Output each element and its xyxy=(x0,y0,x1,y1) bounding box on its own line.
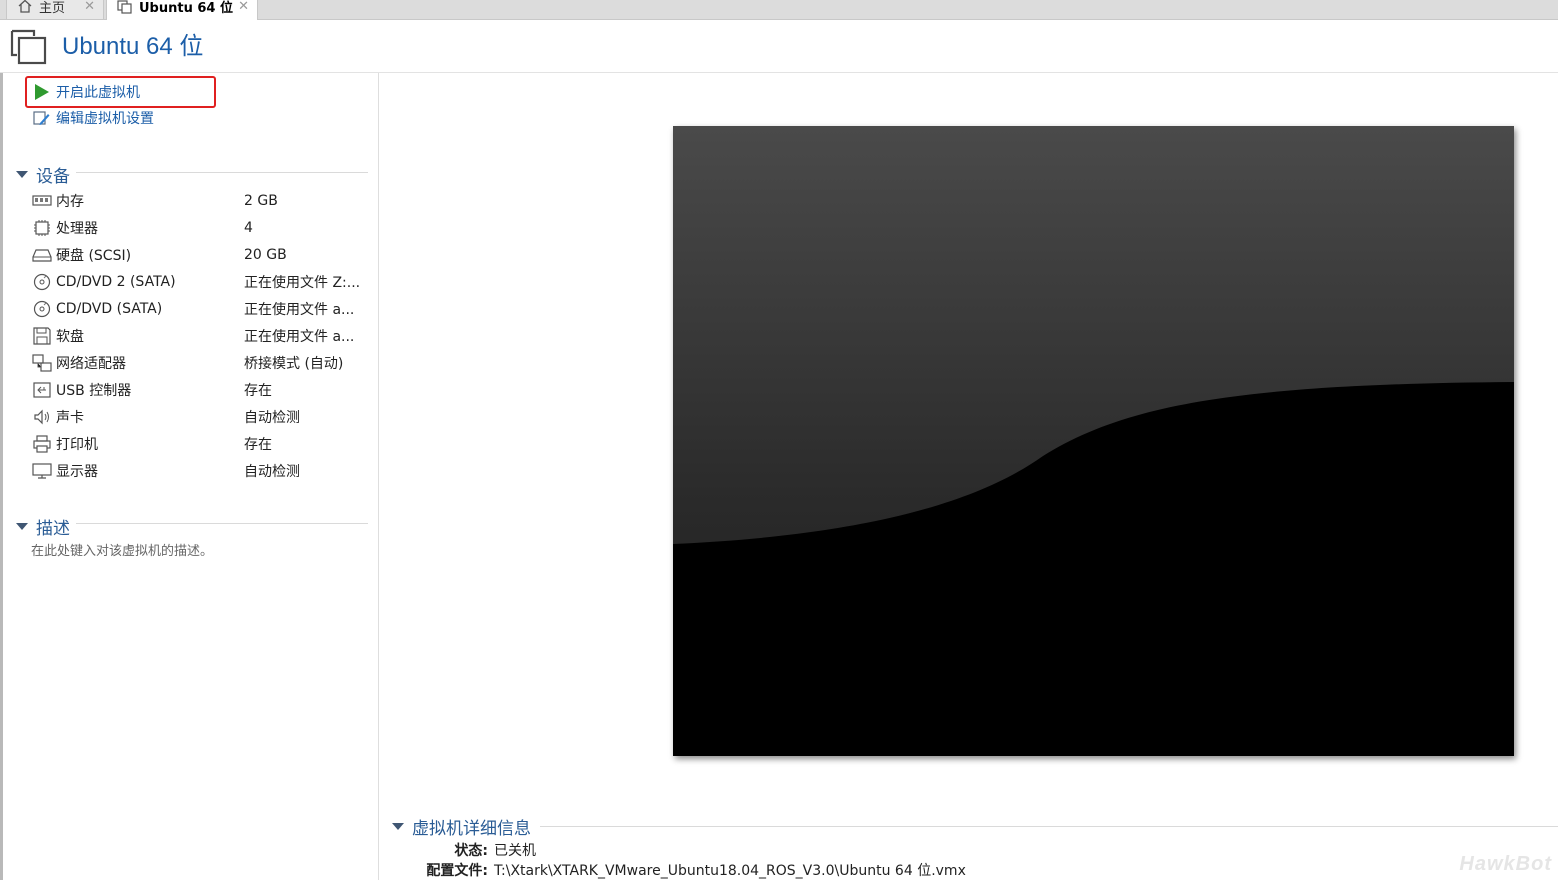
home-icon xyxy=(18,0,32,13)
device-row-hard-disk[interactable]: 硬盘 (SCSI) 20 GB xyxy=(32,241,368,268)
tab-bar: 主页 ✕ Ubuntu 64 位 ✕ xyxy=(0,0,1558,20)
devices-section-toggle[interactable]: 设备 xyxy=(16,162,70,187)
device-name: 显示器 xyxy=(56,463,98,480)
details-section-toggle[interactable]: 虚拟机详细信息 xyxy=(392,814,531,839)
panel-edge xyxy=(0,73,3,880)
close-icon[interactable]: ✕ xyxy=(238,0,249,14)
floppy-icon xyxy=(33,326,51,345)
device-name: USB 控制器 xyxy=(56,382,132,399)
device-value: 自动检测 xyxy=(244,463,300,480)
sound-card-icon xyxy=(34,409,49,424)
device-row-cd-dvd[interactable]: CD/DVD (SATA) 正在使用文件 a... xyxy=(32,295,368,322)
collapse-arrow-icon xyxy=(16,171,28,178)
device-value: 正在使用文件 Z:... xyxy=(244,274,361,291)
description-section-toggle[interactable]: 描述 xyxy=(16,514,70,539)
device-name: 内存 xyxy=(56,193,84,210)
device-row-network[interactable]: 网络适配器 桥接模式 (自动) xyxy=(32,349,368,376)
device-name: 软盘 xyxy=(56,328,84,345)
device-row-floppy[interactable]: 软盘 正在使用文件 a... xyxy=(32,322,368,349)
memory-icon xyxy=(32,194,52,206)
power-on-label: 开启此虚拟机 xyxy=(56,85,140,101)
display-icon xyxy=(32,462,52,479)
tab-home-label: 主页 xyxy=(39,0,66,16)
virtual-machine-icon xyxy=(10,29,47,65)
vm-preview-image xyxy=(673,126,1514,756)
device-value: 20 GB xyxy=(244,246,287,263)
close-icon[interactable]: ✕ xyxy=(84,0,95,14)
vm-tab-icon xyxy=(117,0,132,14)
vm-header: Ubuntu 64 位 xyxy=(0,21,1558,73)
tab-home[interactable]: 主页 ✕ xyxy=(6,0,104,20)
device-value: 2 GB xyxy=(244,192,278,209)
details-divider xyxy=(540,826,1558,827)
devices-divider xyxy=(76,172,368,173)
device-value: 正在使用文件 a... xyxy=(244,328,355,345)
device-row-sound[interactable]: 声卡 自动检测 xyxy=(32,403,368,430)
printer-icon xyxy=(33,434,51,453)
device-row-printer[interactable]: 打印机 存在 xyxy=(32,430,368,457)
device-row-processor[interactable]: 处理器 4 xyxy=(32,214,368,241)
device-name: 硬盘 (SCSI) xyxy=(56,247,132,264)
device-value: 桥接模式 (自动) xyxy=(244,355,344,372)
description-field[interactable]: 在此处键入对该虚拟机的描述。 xyxy=(31,540,213,559)
power-on-button[interactable]: 开启此虚拟机 xyxy=(32,81,140,103)
hard-disk-icon xyxy=(32,248,52,262)
device-name: CD/DVD (SATA) xyxy=(56,300,163,317)
device-name: CD/DVD 2 (SATA) xyxy=(56,273,176,290)
status-label: 状态: xyxy=(454,843,488,859)
config-label: 配置文件: xyxy=(426,863,488,879)
vm-preview-thumbnail[interactable] xyxy=(673,126,1514,756)
edit-settings-label: 编辑虚拟机设置 xyxy=(56,111,154,127)
cd-dvd-icon xyxy=(33,273,51,290)
devices-heading: 设备 xyxy=(36,167,70,187)
tab-ubuntu-label: Ubuntu 64 位 xyxy=(139,1,233,16)
usb-controller-icon xyxy=(33,381,51,398)
device-row-display[interactable]: 显示器 自动检测 xyxy=(32,457,368,484)
device-name: 处理器 xyxy=(56,220,98,237)
collapse-arrow-icon xyxy=(16,523,28,530)
device-value: 自动检测 xyxy=(244,409,300,426)
tab-ubuntu[interactable]: Ubuntu 64 位 ✕ xyxy=(106,0,258,20)
details-heading: 虚拟机详细信息 xyxy=(412,819,531,839)
edit-settings-icon xyxy=(33,111,50,125)
status-value: 已关机 xyxy=(494,843,536,859)
edit-settings-button[interactable]: 编辑虚拟机设置 xyxy=(32,107,154,129)
cd-dvd-icon xyxy=(33,300,51,317)
page-title: Ubuntu 64 位 xyxy=(62,33,204,60)
device-name: 网络适配器 xyxy=(56,355,126,372)
collapse-arrow-icon xyxy=(392,823,404,830)
device-name: 打印机 xyxy=(56,436,98,453)
detail-row-config: 配置文件: T:\Xtark\XTARK_VMware_Ubuntu18.04_… xyxy=(414,860,966,880)
device-row-usb[interactable]: USB 控制器 存在 xyxy=(32,376,368,403)
description-heading: 描述 xyxy=(36,519,70,539)
play-icon xyxy=(35,84,49,100)
device-value: 正在使用文件 a... xyxy=(244,301,355,318)
device-value: 存在 xyxy=(244,436,272,453)
device-row-memory[interactable]: 内存 2 GB xyxy=(32,187,368,214)
device-row-cd-dvd-2[interactable]: CD/DVD 2 (SATA) 正在使用文件 Z:... xyxy=(32,268,368,295)
device-name: 声卡 xyxy=(56,409,84,426)
network-adapter-icon xyxy=(32,353,52,372)
config-value: T:\Xtark\XTARK_VMware_Ubuntu18.04_ROS_V3… xyxy=(494,863,966,879)
processor-icon xyxy=(34,219,50,236)
watermark: HawkBot xyxy=(1459,853,1552,875)
device-value: 存在 xyxy=(244,382,272,399)
detail-row-status: 状态: 已关机 xyxy=(414,840,536,860)
description-divider xyxy=(76,523,368,524)
device-value: 4 xyxy=(244,219,253,236)
